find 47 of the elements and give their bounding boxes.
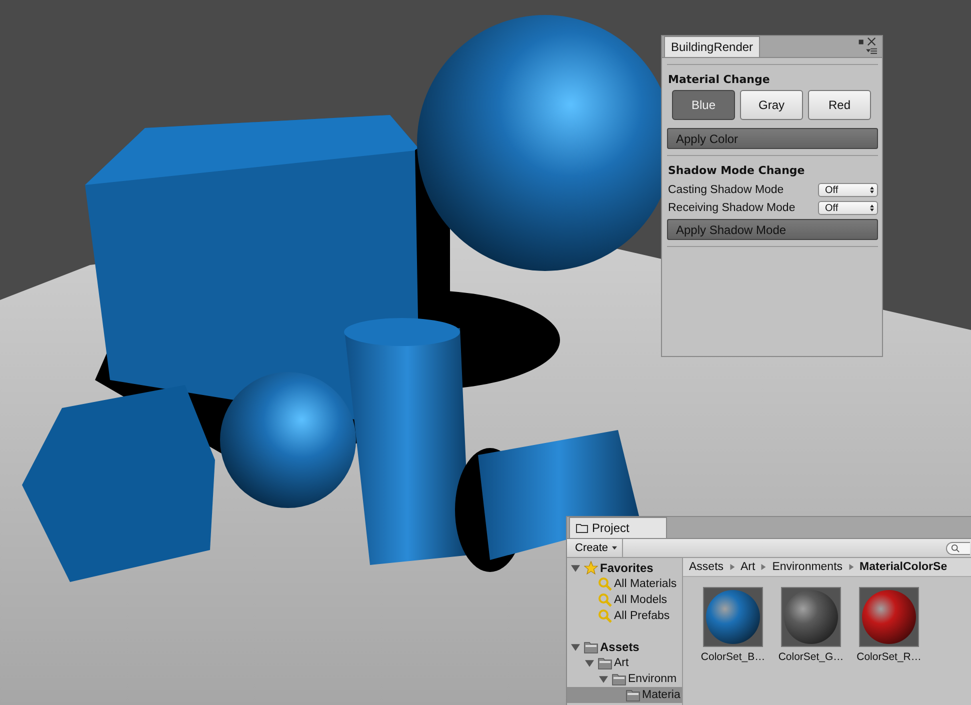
expanded-arrow-icon	[571, 564, 580, 572]
caret-icon	[612, 546, 618, 550]
window-tab[interactable]: BuildingRender	[664, 36, 760, 57]
mode-dropdown[interactable]: Off	[818, 183, 878, 197]
tree-item[interactable]: Favorites	[567, 560, 682, 576]
section-heading: Shadow Mode Change	[668, 164, 806, 177]
magnifier-icon	[598, 609, 612, 623]
asset-name: ColorSet_B…	[700, 651, 766, 663]
setting-label: Receiving Shadow Mode	[668, 202, 796, 214]
setting-label: Casting Shadow Mode	[668, 184, 784, 196]
section-heading: Material Change	[668, 73, 771, 86]
breadcrumb-link[interactable]: Assets	[689, 561, 724, 573]
asset-name: ColorSet_G…	[778, 651, 844, 663]
tree-item[interactable]: All Prefabs	[567, 608, 682, 624]
folder-icon	[598, 656, 612, 670]
folder-icon	[612, 672, 626, 686]
breadcrumb-arrow-icon	[848, 564, 854, 570]
folder-icon	[576, 523, 588, 533]
create-dropdown[interactable]: Create	[567, 539, 624, 557]
color-button[interactable]: Red	[808, 90, 871, 120]
tree-item[interactable]: Assets	[567, 639, 682, 655]
magnifier-icon	[598, 593, 612, 607]
folder-icon	[626, 688, 640, 702]
apply-color-button[interactable]: Apply Color	[667, 128, 878, 149]
tree-item[interactable]: Materia	[567, 687, 682, 703]
breadcrumb-arrow-icon	[761, 564, 766, 570]
breadcrumb-link[interactable]: Environments	[772, 561, 843, 573]
tree-item[interactable]: Art	[567, 655, 682, 671]
apply-shadow-button[interactable]: Apply Shadow Mode	[667, 219, 878, 240]
star-icon	[584, 561, 598, 575]
folder-icon	[584, 640, 598, 654]
asset-name: ColorSet_R…	[856, 651, 922, 663]
window-tab[interactable]: Project	[569, 517, 667, 538]
up-down-arrows-icon	[870, 186, 874, 194]
magnifier-icon	[598, 577, 612, 591]
search-icon	[951, 544, 960, 552]
mode-dropdown[interactable]: Off	[818, 201, 878, 215]
up-down-arrows-icon	[870, 204, 874, 212]
breadcrumb-link[interactable]: Art	[740, 561, 756, 573]
tree-item[interactable]: All Materials	[567, 576, 682, 592]
breadcrumb-arrow-icon	[730, 564, 735, 570]
tree-item[interactable]: Environm	[567, 671, 682, 687]
search-field[interactable]	[946, 542, 970, 554]
color-button[interactable]: Blue	[672, 90, 735, 120]
breadcrumb-link[interactable]: MaterialColorSe	[860, 561, 948, 573]
tree-item[interactable]: All Models	[567, 592, 682, 608]
color-button[interactable]: Gray	[740, 90, 803, 120]
